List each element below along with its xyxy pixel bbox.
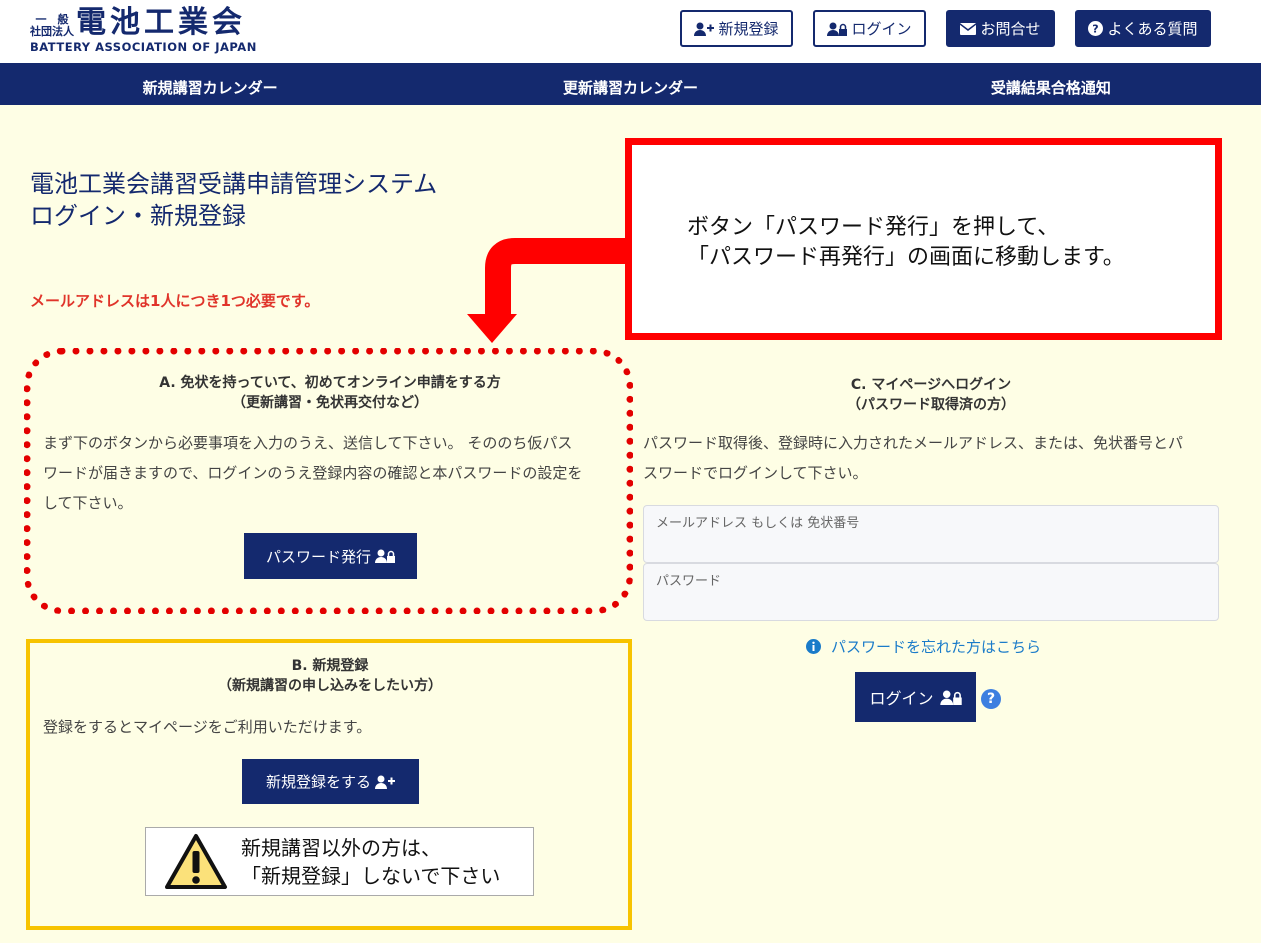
- email-or-license-field[interactable]: メールアドレス もしくは 免状番号: [643, 505, 1219, 563]
- warning-box: 新規講習以外の方は、 「新規登録」しないで下さい: [145, 827, 534, 896]
- faq-header-label: よくある質問: [1107, 20, 1198, 38]
- contact-header-label: お問合せ: [980, 20, 1041, 38]
- password-field[interactable]: パスワード: [643, 563, 1219, 621]
- section-a-description: まず下のボタンから必要事項を入力のうえ、送信して下さい。 そののち仮パス ワード…: [43, 434, 583, 512]
- section-c-description: パスワード取得後、登録時に入力されたメールアドレス、または、免状番号とパ スワー…: [643, 434, 1184, 482]
- annotation-callout: ボタン「パスワード発行」を押して、 「パスワード再発行」の画面に移動します。: [625, 138, 1222, 340]
- logo[interactable]: 一 般 社団法人 電池工業会 BATTERY ASSOCIATION OF JA…: [30, 5, 257, 55]
- main-nav: 新規講習カレンダー 更新講習カレンダー 受講結果合格通知: [0, 63, 1261, 105]
- user-lock-icon: [939, 690, 962, 705]
- login-button[interactable]: ログイン: [855, 672, 976, 722]
- section-a-title: A. 免状を持っていて、初めてオンライン申請をする方 （更新講習・免状再交付など…: [159, 375, 501, 411]
- user-lock-icon: [375, 549, 395, 563]
- email-field-label: メールアドレス もしくは 免状番号: [656, 516, 860, 531]
- svg-text:?: ?: [1093, 23, 1099, 36]
- register-header-label: 新規登録: [718, 20, 779, 38]
- section-b-description: 登録をするとマイページをご利用いただけます。: [43, 718, 372, 736]
- section-b-title: B. 新規登録 （新規講習の申し込みをしたい方）: [218, 658, 442, 694]
- contact-header-button[interactable]: お問合せ: [946, 10, 1055, 47]
- user-plus-icon: [375, 775, 395, 789]
- warning-icon: [165, 834, 227, 889]
- callout-text: ボタン「パスワード発行」を押して、 「パスワード再発行」の画面に移動します。: [687, 215, 1125, 270]
- user-plus-icon: [694, 22, 715, 36]
- annotation-arrow: [467, 238, 630, 343]
- email-notice: メールアドレスは1人につき1つ必要です。: [30, 292, 320, 310]
- help-icon[interactable]: ?: [981, 689, 1001, 709]
- password-field-label: パスワード: [656, 574, 722, 589]
- forgot-password-link[interactable]: パスワードを忘れた方はこちら: [806, 636, 1041, 657]
- issue-password-button[interactable]: パスワード発行: [244, 533, 417, 579]
- user-lock-icon: [827, 22, 848, 36]
- envelope-icon: [960, 22, 977, 35]
- nav-new-course-calendar[interactable]: 新規講習カレンダー: [0, 63, 420, 105]
- faq-header-button[interactable]: ? よくある質問: [1075, 10, 1211, 47]
- info-icon: [806, 639, 821, 654]
- register-button[interactable]: 新規登録をする: [242, 759, 419, 804]
- site-header: 一 般 社団法人 電池工業会 BATTERY ASSOCIATION OF JA…: [0, 0, 1261, 63]
- warning-text: 新規講習以外の方は、 「新規登録」しないで下さい: [241, 836, 501, 888]
- nav-renewal-course-calendar[interactable]: 更新講習カレンダー: [420, 63, 840, 105]
- forgot-password-label: パスワードを忘れた方はこちら: [831, 638, 1042, 656]
- issue-password-label: パスワード発行: [265, 547, 371, 566]
- register-header-button[interactable]: 新規登録: [680, 10, 793, 47]
- logo-small-text: 一 般 社団法人: [30, 13, 74, 38]
- page-title: 電池工業会講習受講申請管理システム ログイン・新規登録: [30, 170, 438, 230]
- register-button-label: 新規登録をする: [265, 773, 371, 791]
- login-header-button[interactable]: ログイン: [813, 10, 926, 47]
- section-c-title: C. マイページへログイン （パスワード取得済の方）: [847, 377, 1015, 413]
- logo-english-text: BATTERY ASSOCIATION OF JAPAN: [30, 40, 257, 54]
- login-button-label: ログイン: [869, 689, 934, 708]
- logo-main-text: 電池工業会: [76, 5, 246, 40]
- question-circle-icon: ?: [1088, 21, 1104, 36]
- nav-pass-notification[interactable]: 受講結果合格通知: [841, 63, 1261, 105]
- login-header-label: ログイン: [851, 20, 912, 38]
